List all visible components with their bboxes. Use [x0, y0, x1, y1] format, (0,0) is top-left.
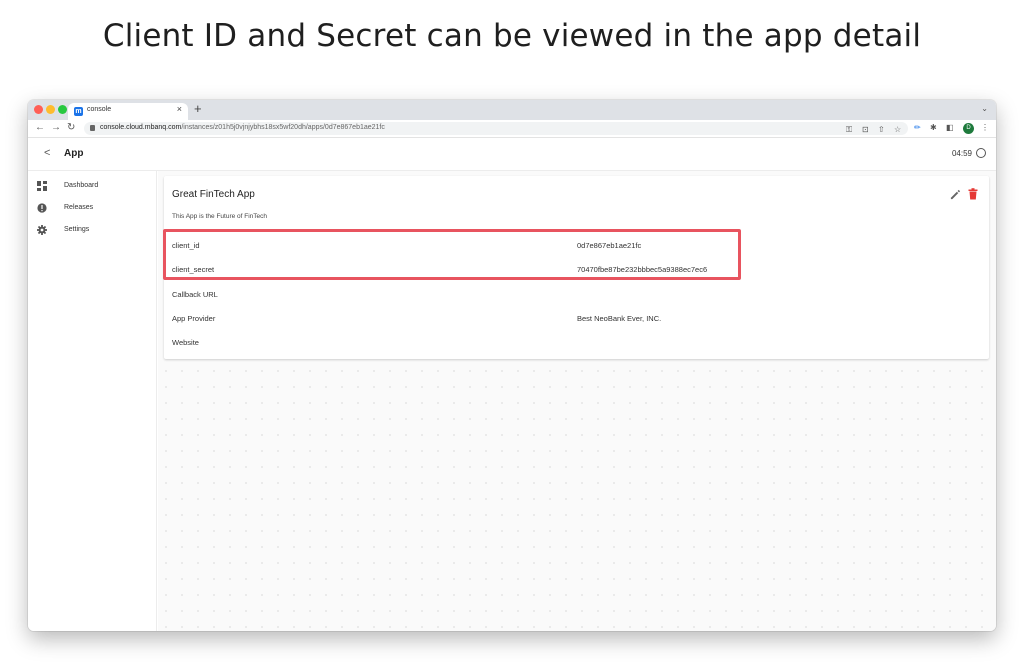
clock-icon[interactable]	[976, 148, 986, 158]
sidebar-item-settings[interactable]: Settings	[28, 223, 157, 239]
app-name: Great FinTech App	[172, 189, 255, 200]
browser-toolbar: ← → ↻ console.cloud.mbanq.com/instances/…	[28, 120, 996, 138]
minimize-window-button[interactable]	[46, 105, 55, 114]
back-icon[interactable]: <	[44, 147, 50, 159]
releases-icon	[37, 203, 47, 213]
dashboard-icon	[37, 181, 47, 191]
key-icon[interactable]: ⚿	[846, 125, 852, 135]
sidebar-item-label: Releases	[64, 204, 94, 211]
forward-arrow-icon[interactable]: →	[51, 122, 61, 133]
kebab-menu-icon[interactable]: ⋮	[981, 123, 989, 132]
tab-close-icon[interactable]: ×	[177, 104, 182, 114]
sidebar-item-releases[interactable]: Releases	[28, 201, 157, 217]
maximize-window-button[interactable]	[58, 105, 67, 114]
close-window-button[interactable]	[34, 105, 43, 114]
url-text: console.cloud.mbanq.com/instances/z01h5j…	[100, 124, 385, 131]
reload-icon[interactable]: ↻	[67, 122, 75, 133]
profile-avatar[interactable]: D	[963, 123, 974, 134]
lock-icon	[90, 125, 95, 131]
app-header: < App 04:59	[28, 138, 996, 171]
share-icon[interactable]: ⇧	[878, 125, 885, 134]
tab-strip: m console × + ⌄	[28, 100, 996, 120]
callback-url-label: Callback URL	[172, 290, 218, 299]
sidebar-item-dashboard[interactable]: Dashboard	[28, 179, 157, 195]
sidebar-item-label: Dashboard	[64, 182, 99, 189]
website-label: Website	[172, 338, 199, 347]
page-title: App	[64, 148, 84, 159]
extension-pen-icon[interactable]: ✏	[914, 123, 921, 132]
sidebar: Dashboard Releases Settings	[28, 171, 157, 631]
delete-trash-icon[interactable]	[968, 188, 978, 200]
bookmark-star-icon[interactable]: ☆	[894, 125, 901, 134]
caption-title: Client ID and Secret can be viewed in th…	[102, 18, 922, 54]
sidepanel-icon[interactable]: ◧	[946, 123, 954, 132]
gear-icon	[37, 225, 47, 235]
back-arrow-icon[interactable]: ←	[35, 122, 45, 133]
app-description: This App is the Future of FinTech	[172, 213, 268, 220]
browser-tab[interactable]: m console ×	[68, 103, 188, 120]
app-detail-card: Great FinTech App This App is the Future…	[163, 176, 989, 359]
address-bar[interactable]: console.cloud.mbanq.com/instances/z01h5j…	[84, 122, 908, 135]
new-tab-icon[interactable]: +	[194, 101, 202, 116]
credentials-highlight-box	[163, 229, 741, 280]
extensions-puzzle-icon[interactable]: ✱	[930, 123, 937, 132]
edit-pencil-icon[interactable]	[950, 189, 961, 200]
favicon-icon: m	[74, 107, 83, 116]
sidebar-item-label: Settings	[64, 226, 90, 233]
tab-search-icon[interactable]: ⌄	[981, 104, 988, 113]
tab-title: console	[87, 106, 112, 113]
main-content: Great FinTech App This App is the Future…	[158, 171, 996, 631]
browser-window: m console × + ⌄ ← → ↻ console.cloud.mban…	[28, 100, 996, 631]
app-provider-label: App Provider	[172, 314, 216, 323]
install-icon[interactable]: ⊡	[862, 125, 869, 134]
app-provider-value: Best NeoBank Ever, INC.	[577, 314, 662, 323]
session-timer: 04:59	[951, 149, 972, 158]
